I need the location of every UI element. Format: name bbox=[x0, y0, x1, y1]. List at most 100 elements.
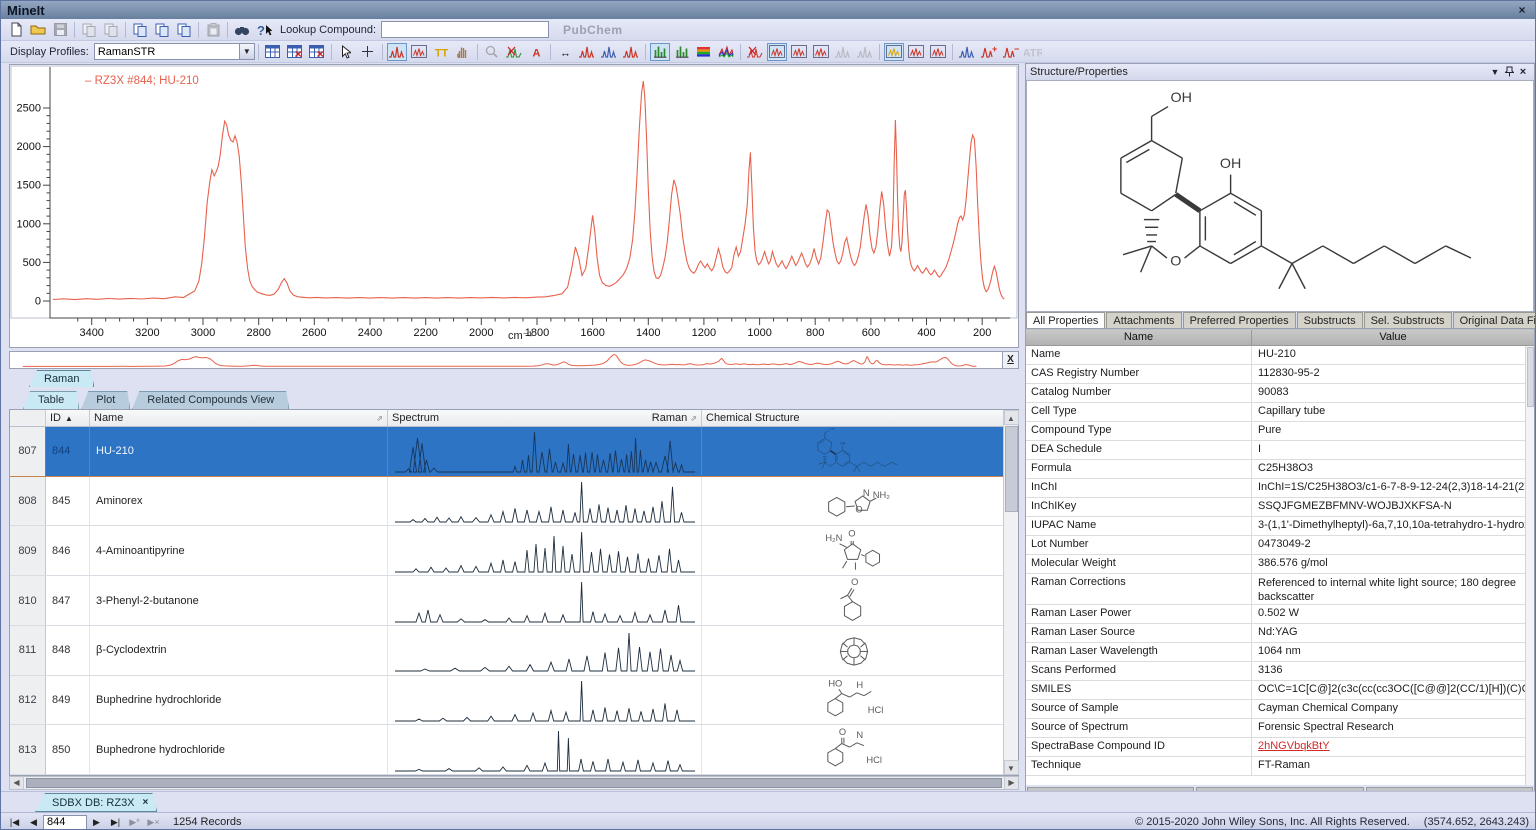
properties-tab-all-properties[interactable]: All Properties bbox=[1026, 312, 1105, 328]
pane-tab-raman[interactable]: Raman bbox=[29, 370, 94, 387]
region-select-icon[interactable] bbox=[409, 43, 429, 61]
annotate-icon[interactable]: A bbox=[526, 43, 546, 61]
table-vertical-scrollbar[interactable]: ▲ ▼ bbox=[1003, 410, 1018, 775]
properties-scrollbar[interactable] bbox=[1525, 346, 1534, 785]
view-tab-plot[interactable]: Plot bbox=[81, 391, 130, 409]
property-row[interactable]: Raman Laser Wavelength1064 nm bbox=[1026, 643, 1534, 662]
window-close-icon[interactable]: × bbox=[1513, 3, 1531, 17]
properties-tab-sel-substructs[interactable]: Sel. Substructs bbox=[1364, 312, 1452, 328]
table-row[interactable]: 811848β-Cyclodextrin bbox=[10, 626, 1018, 676]
property-row[interactable]: FormulaC25H38O3 bbox=[1026, 460, 1534, 479]
nav-last-button[interactable]: ▶| bbox=[107, 815, 124, 830]
properties-tab-substructs[interactable]: Substructs bbox=[1297, 312, 1363, 328]
table-row[interactable]: 8098464-AminoantipyrineH₂NO bbox=[10, 526, 1018, 576]
stack-icon[interactable] bbox=[599, 43, 619, 61]
table-row[interactable]: 808845AminorexONNH₂ bbox=[10, 477, 1018, 527]
copy-record-icon[interactable] bbox=[130, 21, 150, 39]
property-row[interactable]: Source of SpectrumForensic Spectral Rese… bbox=[1026, 719, 1534, 738]
table-delete-icon[interactable] bbox=[307, 43, 327, 61]
display-profile-combobox[interactable] bbox=[94, 43, 240, 60]
grid-header-name[interactable]: Name bbox=[1026, 330, 1252, 345]
lookup-compound-input[interactable] bbox=[381, 21, 549, 38]
save-icon[interactable] bbox=[50, 21, 70, 39]
context-help-icon[interactable]: ? bbox=[254, 21, 274, 39]
property-row[interactable]: Raman Laser Power0.502 W bbox=[1026, 605, 1534, 624]
overview-trace[interactable] bbox=[10, 352, 1002, 368]
peak-remove-icon[interactable]: − bbox=[1001, 43, 1021, 61]
database-tab[interactable]: SDBX DB: RZ3X × bbox=[35, 793, 157, 812]
column-header-id[interactable]: ID ▲ bbox=[46, 410, 90, 426]
property-row[interactable]: SMILESOC\C=1C[C@]2(c3c(cc(cc3OC([C@@]2(C… bbox=[1026, 681, 1534, 700]
structure-viewer[interactable]: OHOHO bbox=[1026, 80, 1534, 312]
table-edit-icon[interactable] bbox=[285, 43, 305, 61]
copy-to-database-icon[interactable] bbox=[152, 21, 172, 39]
panel-collapse-icon[interactable]: ▼ bbox=[1488, 67, 1502, 77]
display-profile-dropdown-icon[interactable]: ▼ bbox=[240, 43, 255, 60]
clear-overlay-icon[interactable] bbox=[745, 43, 765, 61]
column-header-name[interactable]: Name ⇗ bbox=[90, 410, 388, 426]
bars-view-icon[interactable] bbox=[650, 43, 670, 61]
spectrum-plot[interactable]: 3400320030002800260024002200200018001600… bbox=[9, 64, 1019, 348]
property-row[interactable]: TechniqueFT-Raman bbox=[1026, 757, 1534, 776]
property-row[interactable]: Raman Laser SourceNd:YAG bbox=[1026, 624, 1534, 643]
column-header-spectrum[interactable]: Spectrum Raman ⇗ bbox=[388, 410, 702, 426]
panel-pin-icon[interactable] bbox=[1502, 66, 1516, 79]
select-cursor-icon[interactable] bbox=[336, 43, 356, 61]
property-row[interactable]: Raman CorrectionsReferenced to internal … bbox=[1026, 574, 1534, 605]
horizontal-scroll-thumb[interactable] bbox=[26, 778, 1002, 788]
zoom-out-icon[interactable] bbox=[482, 43, 502, 61]
table-row[interactable]: 8108473-Phenyl-2-butanoneO bbox=[10, 576, 1018, 626]
scroll-down-icon[interactable]: ▼ bbox=[1004, 760, 1019, 775]
property-row[interactable]: SpectraBase Compound ID2hNGVbqkBtY bbox=[1026, 738, 1534, 757]
gray-tool-2-icon[interactable] bbox=[855, 43, 875, 61]
property-row[interactable]: Scans Performed3136 bbox=[1026, 662, 1534, 681]
atr-correction-icon[interactable]: ATR bbox=[1023, 43, 1043, 61]
column-header-structure[interactable]: Chemical Structure bbox=[702, 410, 1018, 426]
overview-close-icon[interactable]: X bbox=[1002, 352, 1018, 368]
paste-icon[interactable] bbox=[203, 21, 223, 39]
scroll-up-icon[interactable]: ▲ bbox=[1004, 410, 1019, 425]
scroll-right-icon[interactable]: ▶ bbox=[1004, 777, 1018, 789]
property-row[interactable]: Source of SampleCayman Chemical Company bbox=[1026, 700, 1534, 719]
property-row[interactable]: InChIInChI=1S/C25H38O3/c1-6-7-8-9-12-24(… bbox=[1026, 479, 1534, 498]
property-row[interactable]: Molecular Weight386.576 g/mol bbox=[1026, 555, 1534, 574]
full-scale-icon[interactable]: ↔ bbox=[555, 43, 575, 61]
database-tab-close-icon[interactable]: × bbox=[143, 794, 149, 812]
nav-insert-button[interactable]: ▶× bbox=[145, 815, 162, 830]
transfer-record-icon[interactable] bbox=[79, 21, 99, 39]
property-row[interactable]: InChIKeySSQJFGMEZBFMNV-WOJBJXKFSA-N bbox=[1026, 498, 1534, 517]
multi-trace-icon[interactable] bbox=[716, 43, 736, 61]
peak-cursor-icon[interactable] bbox=[387, 43, 407, 61]
overlay-icon[interactable] bbox=[577, 43, 597, 61]
property-row[interactable]: NameHU-210 bbox=[1026, 346, 1534, 365]
table-view-icon[interactable] bbox=[263, 43, 283, 61]
bars-grid-icon[interactable] bbox=[672, 43, 692, 61]
table-row[interactable]: 812849Buphedrine hydrochlorideHOHHCl bbox=[10, 676, 1018, 726]
grid-header-value[interactable]: Value bbox=[1252, 330, 1534, 345]
peak-add-icon[interactable]: + bbox=[979, 43, 999, 61]
nav-first-button[interactable]: |◀ bbox=[6, 815, 23, 830]
record-number-input[interactable] bbox=[43, 815, 87, 830]
property-row[interactable]: DEA ScheduleI bbox=[1026, 441, 1534, 460]
peak-pick-icon[interactable] bbox=[884, 43, 904, 61]
nav-append-button[interactable]: ▶* bbox=[126, 815, 143, 830]
search-icon[interactable] bbox=[232, 21, 252, 39]
panel-close-icon[interactable]: × bbox=[1516, 66, 1530, 78]
vertical-scroll-thumb[interactable] bbox=[1005, 426, 1018, 512]
spectrum-plot-canvas[interactable]: 3400320030002800260024002200200018001600… bbox=[10, 65, 1018, 347]
scroll-left-icon[interactable]: ◀ bbox=[10, 777, 24, 789]
peak-table-icon[interactable] bbox=[906, 43, 926, 61]
properties-tab-original-data-files[interactable]: Original Data Files bbox=[1453, 312, 1536, 328]
split-view-icon[interactable] bbox=[621, 43, 641, 61]
property-row[interactable]: IUPAC Name3-(1,1'-Dimethylheptyl)-6a,7,1… bbox=[1026, 517, 1534, 536]
single-spectrum-icon[interactable] bbox=[767, 43, 787, 61]
property-row[interactable]: Catalog Number90083 bbox=[1026, 384, 1534, 403]
peak-label-icon[interactable] bbox=[928, 43, 948, 61]
table-horizontal-scrollbar[interactable]: ◀ ▶ bbox=[9, 776, 1019, 790]
view-tab-related-compounds-view[interactable]: Related Compounds View bbox=[132, 391, 289, 409]
nav-previous-button[interactable]: ◀ bbox=[25, 815, 42, 830]
move-record-icon[interactable] bbox=[174, 21, 194, 39]
spectrum-sort-icon[interactable] bbox=[811, 43, 831, 61]
nav-next-button[interactable]: ▶ bbox=[88, 815, 105, 830]
crosshair-icon[interactable] bbox=[358, 43, 378, 61]
